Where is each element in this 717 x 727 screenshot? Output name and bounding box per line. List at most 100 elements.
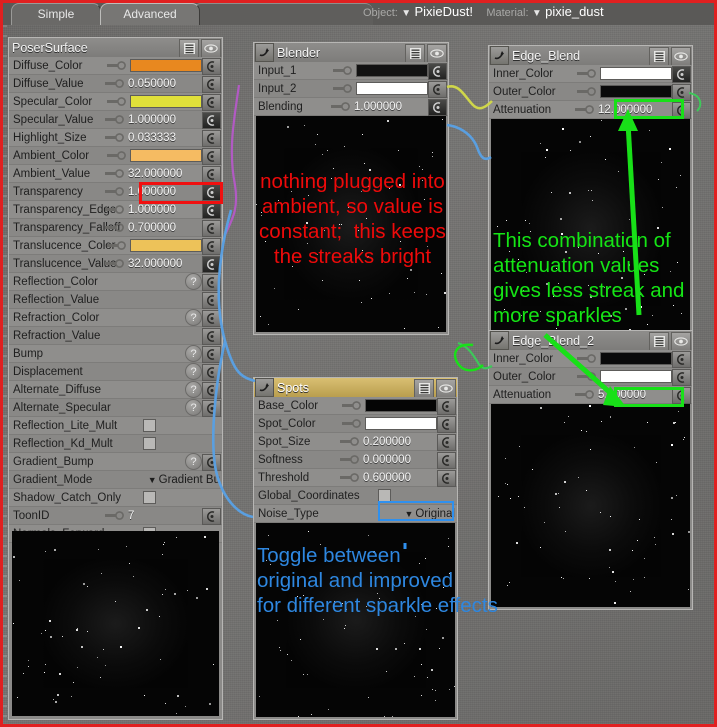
unconnected-input-icon[interactable]: ? xyxy=(185,273,202,290)
output-connector-button[interactable] xyxy=(202,310,221,327)
property-control[interactable]: 0.033333 xyxy=(105,129,202,146)
plug-icon[interactable] xyxy=(342,401,362,410)
property-row[interactable]: Transparency_Falloff 0.700000 xyxy=(9,219,222,237)
plug-icon[interactable] xyxy=(105,169,125,178)
output-connector-button[interactable] xyxy=(202,202,221,219)
property-control[interactable]: 1.000000 xyxy=(331,98,428,115)
property-control[interactable]: 0.700000 xyxy=(105,219,202,236)
property-row[interactable]: Blending 1.000000 xyxy=(254,98,448,116)
output-connector-button[interactable] xyxy=(428,81,447,98)
eye-icon[interactable] xyxy=(427,44,447,63)
property-control[interactable]: 1.000000 xyxy=(105,111,202,128)
output-connector-button[interactable] xyxy=(202,148,221,165)
output-connector-button[interactable] xyxy=(202,238,221,255)
property-control[interactable]: 0.050000 xyxy=(105,75,202,92)
color-swatch[interactable] xyxy=(130,149,202,162)
object-chevron-down-icon[interactable]: ▼ xyxy=(401,8,411,19)
numeric-value[interactable]: 0.700000 xyxy=(128,222,202,234)
property-control[interactable] xyxy=(577,350,672,367)
numeric-value[interactable]: 0.050000 xyxy=(128,78,202,90)
property-row[interactable]: Alternate_Specular? xyxy=(9,399,222,417)
property-row[interactable]: Alternate_Diffuse? xyxy=(9,381,222,399)
property-control[interactable]: ▼ Gradient Bu xyxy=(148,471,220,488)
plug-icon[interactable] xyxy=(105,511,125,520)
property-row[interactable]: Highlight_Size 0.033333 xyxy=(9,129,222,147)
property-control[interactable]: ? xyxy=(185,453,202,470)
plug-icon[interactable] xyxy=(577,372,597,381)
plug-icon[interactable] xyxy=(105,187,125,196)
plug-icon[interactable] xyxy=(107,241,127,250)
edge-blend-2-header[interactable]: Edge_Blend_2 xyxy=(489,331,692,351)
numeric-value[interactable]: 1.000000 xyxy=(128,204,202,216)
color-swatch[interactable] xyxy=(356,64,428,77)
tab-simple[interactable]: Simple xyxy=(11,3,101,25)
property-control[interactable]: ? xyxy=(185,381,202,398)
property-row[interactable]: Refraction_Value xyxy=(9,327,222,345)
property-row[interactable]: Refraction_Color? xyxy=(9,309,222,327)
plug-icon[interactable] xyxy=(340,455,360,464)
plug-icon[interactable] xyxy=(105,223,125,232)
property-row[interactable]: Reflection_Kd_Mult xyxy=(9,435,222,453)
eye-icon[interactable] xyxy=(671,47,691,66)
unconnected-input-icon[interactable]: ? xyxy=(185,363,202,380)
plug-icon[interactable] xyxy=(107,97,127,106)
property-control[interactable] xyxy=(143,489,156,506)
property-row[interactable]: Reflection_Value xyxy=(9,291,222,309)
property-control[interactable]: 0.200000 xyxy=(340,433,437,450)
list-icon[interactable] xyxy=(179,39,199,58)
material-chevron-down-icon[interactable]: ▼ xyxy=(532,8,542,19)
output-connector-button[interactable] xyxy=(202,112,221,129)
plug-icon[interactable] xyxy=(107,61,127,70)
property-row[interactable]: Base_Color xyxy=(254,397,457,415)
property-row[interactable]: Spot_Size 0.200000 xyxy=(254,433,457,451)
eye-icon[interactable] xyxy=(436,379,456,398)
output-connector-button[interactable] xyxy=(202,256,221,273)
color-swatch[interactable] xyxy=(130,95,202,108)
color-swatch[interactable] xyxy=(600,370,672,383)
output-connector-button[interactable] xyxy=(672,66,691,83)
property-row[interactable]: Gradient_Bump? xyxy=(9,453,222,471)
unconnected-input-icon[interactable]: ? xyxy=(185,399,202,416)
output-connector-button[interactable] xyxy=(437,452,456,469)
plug-icon[interactable] xyxy=(342,419,362,428)
property-row[interactable]: Displacement? xyxy=(9,363,222,381)
property-row[interactable]: Outer_Color xyxy=(489,368,692,386)
plug-icon[interactable] xyxy=(575,390,595,399)
numeric-value[interactable]: 0.033333 xyxy=(128,132,202,144)
object-value[interactable]: PixieDust! xyxy=(414,4,473,19)
color-swatch[interactable] xyxy=(600,352,672,365)
property-row[interactable]: Inner_Color xyxy=(489,350,692,368)
output-connector-button[interactable] xyxy=(202,508,221,525)
output-connector-button[interactable] xyxy=(672,351,691,368)
checkbox[interactable] xyxy=(143,491,156,504)
eye-icon[interactable] xyxy=(671,332,691,351)
property-row[interactable]: Ambient_Value 32.000000 xyxy=(9,165,222,183)
poser-surface-header[interactable]: PoserSurface xyxy=(9,38,222,58)
plug-icon[interactable] xyxy=(340,437,360,446)
output-connector-button[interactable] xyxy=(202,220,221,237)
output-connector-button[interactable] xyxy=(672,369,691,386)
property-row[interactable]: Spot_Color xyxy=(254,415,457,433)
property-row[interactable]: Ambient_Color xyxy=(9,147,222,165)
output-connector-button[interactable] xyxy=(202,400,221,417)
numeric-value[interactable]: 0.000000 xyxy=(363,454,437,466)
property-row[interactable]: Inner_Color xyxy=(489,65,692,83)
unconnected-input-icon[interactable]: ? xyxy=(185,381,202,398)
property-control[interactable]: ? xyxy=(185,345,202,362)
node-poser-surface[interactable]: PoserSurface Diffuse_Color Diffuse_Value 0… xyxy=(8,37,223,720)
checkbox[interactable] xyxy=(143,437,156,450)
tab-advanced[interactable]: Advanced xyxy=(100,3,200,25)
output-connector-button[interactable] xyxy=(202,58,221,75)
blender-header[interactable]: Blender xyxy=(254,43,448,63)
property-row[interactable]: Reflection_Lite_Mult xyxy=(9,417,222,435)
property-row[interactable]: Specular_Value 1.000000 xyxy=(9,111,222,129)
output-connector-button[interactable] xyxy=(202,76,221,93)
unconnected-input-icon[interactable]: ? xyxy=(185,345,202,362)
list-icon[interactable] xyxy=(405,44,425,63)
unconnected-input-icon[interactable]: ? xyxy=(185,453,202,470)
property-row[interactable]: Threshold 0.600000 xyxy=(254,469,457,487)
property-row[interactable]: Diffuse_Value 0.050000 xyxy=(9,75,222,93)
property-control[interactable]: ? xyxy=(185,363,202,380)
plug-icon[interactable] xyxy=(105,205,125,214)
output-connector-button[interactable] xyxy=(202,346,221,363)
